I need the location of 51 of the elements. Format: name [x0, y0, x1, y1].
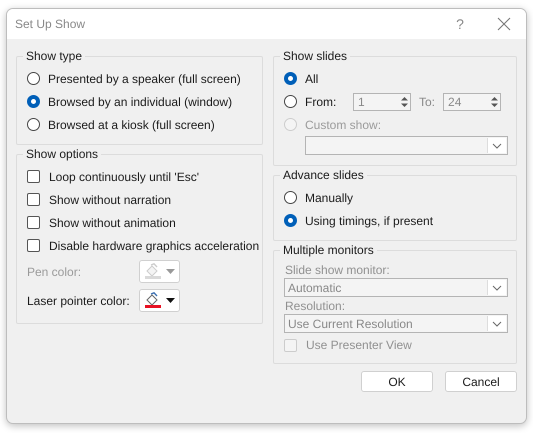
- radio-label: Using timings, if present: [305, 214, 434, 228]
- color-picker-button[interactable]: [139, 289, 180, 312]
- ok-button[interactable]: OK: [361, 371, 433, 392]
- dropdown-field[interactable]: [305, 136, 508, 155]
- radio-button[interactable]: [27, 72, 40, 85]
- radio-button[interactable]: [284, 214, 297, 227]
- group-title: Show slides: [282, 49, 348, 63]
- radio-label: Manually: [305, 190, 354, 204]
- radio-label: From:: [305, 94, 338, 108]
- close-icon: [497, 17, 511, 31]
- chevron-down-icon: [492, 320, 502, 326]
- group-title: Show options: [25, 147, 100, 161]
- checkbox-label: Use Presenter View: [306, 338, 412, 352]
- checkbox-label: Disable hardware graphics acceleration: [49, 238, 260, 252]
- color-picker-button[interactable]: [139, 260, 180, 283]
- checkbox-label: Loop continuously until 'Esc': [49, 170, 200, 184]
- radio-label: Browsed at a kiosk (full screen): [48, 118, 215, 132]
- cancel-button[interactable]: Cancel: [445, 371, 517, 392]
- radio-button[interactable]: [27, 118, 40, 131]
- radio-label: All: [305, 72, 318, 86]
- radio-button[interactable]: [27, 95, 40, 108]
- caret-icon: [166, 269, 175, 274]
- number-field[interactable]: 24: [443, 92, 502, 110]
- radio-button[interactable]: [284, 72, 297, 85]
- group-title: Multiple monitors: [282, 243, 375, 257]
- checkbox[interactable]: [27, 193, 40, 206]
- spinner-arrows-icon: [399, 94, 410, 108]
- color-label: Pen color:: [27, 264, 82, 278]
- radio-button[interactable]: [284, 191, 297, 204]
- radio-label: Browsed by an individual (window): [48, 94, 232, 108]
- checkbox-label: Show without narration: [49, 192, 172, 206]
- group-title: Advance slides: [282, 168, 365, 182]
- group-title: Show type: [25, 49, 84, 63]
- checkbox[interactable]: [27, 239, 40, 252]
- chevron-down-icon: [492, 284, 502, 290]
- checkbox-label: Show without animation: [49, 216, 176, 230]
- checkbox[interactable]: [27, 216, 40, 229]
- caret-icon: [166, 298, 175, 303]
- field-label: To:: [419, 94, 436, 108]
- checkbox[interactable]: [27, 170, 40, 183]
- field-label: Resolution:: [285, 299, 346, 313]
- spinner-arrows-icon: [489, 94, 500, 108]
- color-label: Laser pointer color:: [27, 294, 131, 308]
- radio-label: Custom show:: [305, 118, 382, 132]
- radio-button[interactable]: [284, 95, 297, 108]
- chevron-down-icon: [492, 142, 502, 148]
- field-label: Slide show monitor:: [285, 263, 391, 277]
- window-title: Set Up Show: [15, 17, 86, 31]
- help-button[interactable]: ?: [438, 9, 482, 39]
- radio-label: Presented by a speaker (full screen): [48, 72, 241, 86]
- number-field[interactable]: 1: [353, 92, 411, 110]
